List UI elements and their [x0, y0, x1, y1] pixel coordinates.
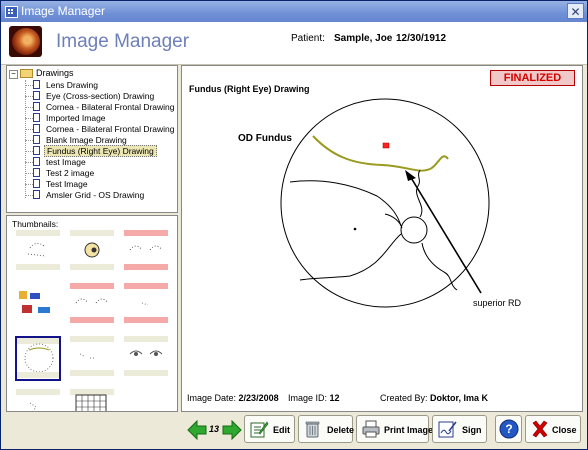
eye-logo-icon	[9, 26, 42, 57]
thumbnail-test-image[interactable]	[70, 336, 114, 376]
sign-button[interactable]: Sign	[432, 415, 487, 443]
annotation-arrow	[409, 175, 482, 294]
patient-dob: 12/30/1912	[396, 33, 447, 44]
printer-icon	[362, 420, 380, 438]
retinal-tear-marker	[382, 142, 390, 149]
app-title: Image Manager	[56, 31, 190, 52]
retinal-vessel	[289, 180, 402, 227]
retinal-vessel	[421, 242, 458, 291]
document-icon	[33, 157, 40, 166]
window-title: Image Manager	[21, 4, 106, 18]
thumbnail-test-image-2[interactable]	[16, 389, 60, 411]
created-by: Created By: Doktor, Ima K	[380, 393, 488, 403]
header-bar: Image Manager Patient: Sample, Joe 12/30…	[1, 22, 587, 65]
thumbnail-cornea-bilateral-1[interactable]	[124, 230, 168, 270]
edit-button[interactable]: Edit	[244, 415, 295, 443]
svg-text:?: ?	[505, 422, 512, 436]
macula-dot	[353, 227, 357, 231]
previous-arrow-icon[interactable]	[187, 420, 207, 440]
fundus-outline	[280, 98, 490, 308]
document-icon	[33, 113, 40, 122]
trash-icon	[305, 421, 320, 438]
thumbnail-lens-drawing[interactable]	[16, 230, 60, 270]
document-icon	[33, 179, 40, 188]
document-icon	[33, 168, 40, 177]
edit-icon	[250, 421, 269, 438]
od-fundus-label: OD Fundus	[238, 133, 292, 144]
window-close-button[interactable]: ✕	[567, 3, 584, 19]
thumbnail-blank-image[interactable]	[124, 283, 168, 323]
image-date: Image Date: 2/23/2008	[187, 393, 279, 403]
image-id: Image ID: 12	[288, 393, 340, 403]
image-id-value: 12	[329, 393, 340, 403]
image-manager-window: Image Manager ✕ Image Manager Patient: S…	[0, 0, 588, 450]
document-icon	[33, 124, 40, 133]
document-icon	[33, 91, 40, 100]
retinal-vessel	[299, 233, 402, 281]
document-icon	[33, 80, 40, 89]
thumbnail-imported-image[interactable]	[16, 283, 60, 323]
image-date-label: Image Date:	[187, 393, 237, 403]
close-x-icon	[532, 420, 548, 438]
title-bar: Image Manager ✕	[1, 1, 587, 22]
thumbnail-amsler-grid[interactable]	[70, 389, 114, 411]
next-arrow-icon[interactable]	[222, 420, 242, 440]
thumbnails-label: Thumbnails:	[12, 219, 59, 229]
drawings-tree[interactable]: − Drawings Lens Drawing Eye (Cross-secti…	[6, 65, 178, 213]
thumbnail-eye-cross-section[interactable]	[70, 230, 114, 270]
fundus-drawing: OD Fundus superior RD	[238, 98, 522, 308]
sign-icon	[438, 421, 457, 438]
app-window-icon	[5, 6, 18, 18]
annotation-text: superior RD	[473, 298, 522, 308]
print-image-button[interactable]: Print Image	[356, 415, 433, 443]
created-by-label: Created By:	[380, 393, 428, 403]
image-viewer: FINALIZED Fundus (Right Eye) Drawing OD …	[181, 65, 583, 412]
image-date-value: 2/23/2008	[238, 393, 279, 403]
document-icon	[33, 190, 40, 199]
thumbnail-fundus-right-eye[interactable]	[15, 336, 61, 381]
help-button[interactable]: ?	[495, 415, 522, 443]
retinal-detachment-line	[312, 135, 449, 172]
patient-label: Patient:	[291, 33, 325, 44]
image-id-label: Image ID:	[288, 393, 328, 403]
optic-disc	[400, 216, 428, 244]
tree-root-label: Drawings	[36, 68, 74, 78]
created-by-value: Doktor, Ima K	[430, 393, 489, 403]
help-icon: ?	[499, 419, 519, 439]
thumbnail-test-2-image[interactable]	[124, 336, 168, 376]
collapse-icon[interactable]: −	[9, 70, 18, 79]
page-number: 13	[209, 424, 220, 434]
thumbnail-cornea-bilateral-2[interactable]	[70, 283, 114, 323]
document-icon	[33, 102, 40, 111]
patient-name: Sample, Joe	[334, 33, 393, 44]
document-icon	[33, 146, 40, 155]
thumbnails-panel: Thumbnails:	[6, 215, 178, 412]
delete-button[interactable]: Delete	[298, 415, 354, 443]
document-icon	[33, 135, 40, 144]
annotation-arrowhead	[405, 170, 416, 181]
close-button[interactable]: Close	[525, 415, 581, 443]
bottom-toolbar: 13 Edit Delete Print Image Sign ? Close	[181, 415, 583, 447]
folder-icon	[20, 69, 33, 78]
